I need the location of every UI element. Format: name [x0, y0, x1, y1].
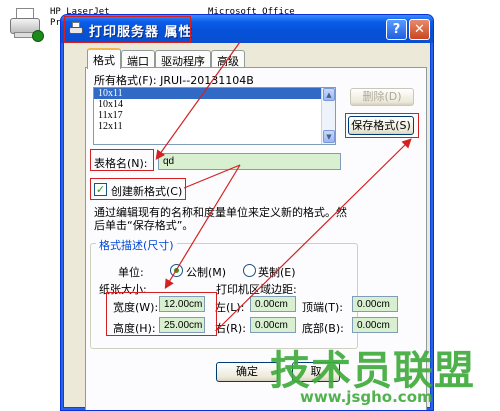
form-name-highlight-box: [90, 149, 154, 171]
close-button[interactable]: ✕: [409, 19, 430, 40]
formats-listbox[interactable]: 10x11 10x14 11x17 12x11 ▲ ▼: [93, 87, 336, 145]
scroll-down-icon[interactable]: ▼: [323, 130, 335, 143]
tab-strip: 格式 端口 驱动程序 高级: [87, 48, 245, 69]
list-item[interactable]: 11x17: [94, 110, 335, 121]
list-item[interactable]: 10x11: [94, 88, 335, 99]
metric-label: 公制(M): [186, 266, 227, 279]
unit-label: 单位:: [118, 266, 144, 279]
imperial-label: 英制(E): [258, 266, 296, 279]
delete-button[interactable]: 删除(D): [350, 88, 414, 106]
tab-ports[interactable]: 端口: [121, 50, 155, 68]
metric-radio[interactable]: [170, 264, 183, 277]
list-item[interactable]: 12x11: [94, 121, 335, 132]
watermark: 技术员联盟 www.jsgho.com: [270, 338, 500, 411]
format-description-title: 格式描述(尺寸): [96, 237, 177, 253]
right-margin-label: 右(R):: [215, 322, 246, 335]
margins-label: 打印机区域边距:: [216, 283, 297, 296]
bottom-margin-label: 底部(B):: [302, 322, 344, 335]
bottom-margin-input[interactable]: 0.00cm: [352, 317, 398, 333]
form-name-input[interactable]: qd: [158, 153, 341, 170]
description-line-2: 后单击“保存格式”。: [94, 219, 194, 232]
top-margin-label: 顶端(T):: [302, 301, 344, 314]
ok-button[interactable]: 确定: [216, 362, 278, 382]
scroll-up-icon[interactable]: ▲: [323, 88, 335, 101]
watermark-url: www.jsgho.com: [300, 388, 433, 406]
printer-icon[interactable]: [6, 4, 44, 42]
close-icon: ✕: [414, 22, 425, 37]
size-fields-highlight-box: [106, 292, 217, 336]
tab-drivers[interactable]: 驱动程序: [155, 50, 211, 68]
help-button[interactable]: ?: [386, 19, 407, 40]
save-button-highlight-box: [345, 113, 419, 138]
title-highlight-box: [64, 16, 191, 43]
all-formats-label: 所有格式(F): JRUI--20131104B: [94, 74, 254, 87]
tab-formats[interactable]: 格式: [87, 48, 121, 69]
right-margin-input[interactable]: 0.00cm: [250, 317, 296, 333]
left-margin-input[interactable]: 0.00cm: [250, 296, 296, 312]
imperial-radio[interactable]: [243, 264, 256, 277]
tab-advanced[interactable]: 高级: [211, 50, 245, 68]
list-item[interactable]: 10x14: [94, 99, 335, 110]
listbox-scrollbar[interactable]: ▲ ▼: [321, 88, 335, 144]
create-new-highlight-box: [90, 178, 186, 200]
top-margin-input[interactable]: 0.00cm: [352, 296, 398, 312]
left-margin-label: 左(L):: [215, 301, 245, 314]
